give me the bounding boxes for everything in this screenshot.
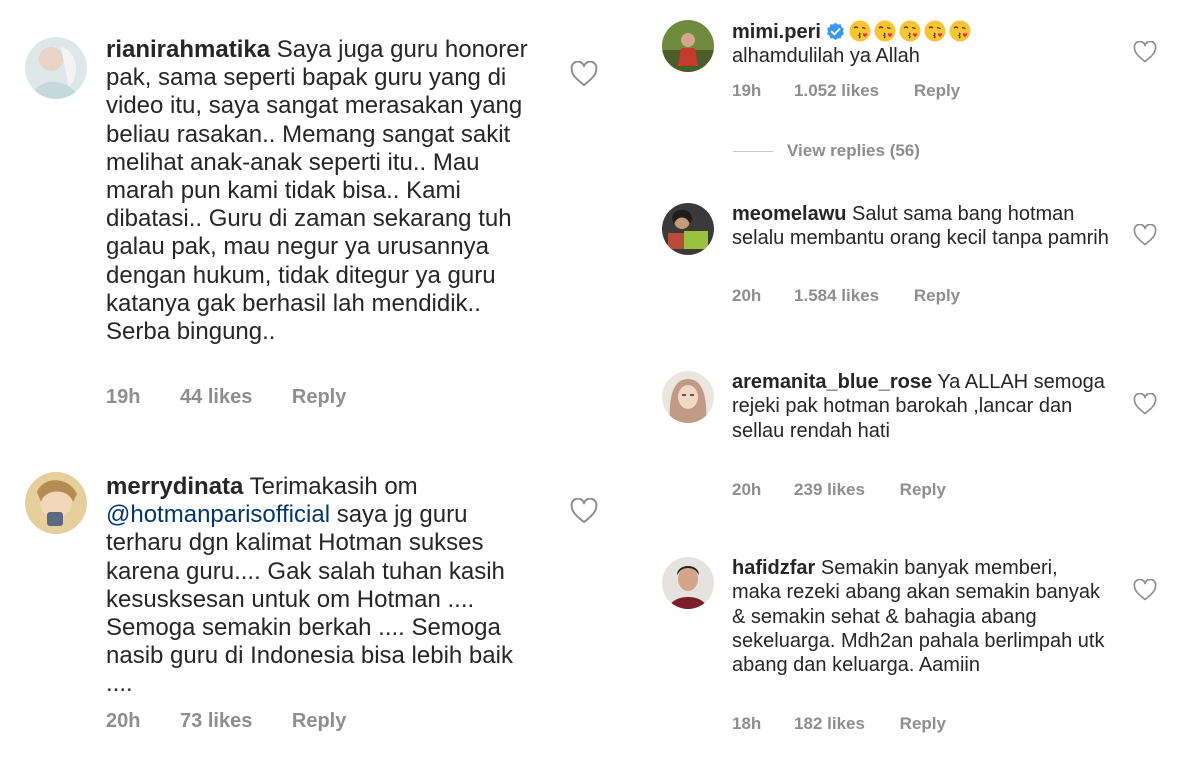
comment-time[interactable]: 20h: [732, 480, 761, 500]
heart-outline-icon[interactable]: [570, 497, 598, 524]
comment-likes[interactable]: 1.584 likes: [794, 286, 879, 306]
heart-outline-icon[interactable]: [1133, 223, 1157, 246]
comment-username[interactable]: meomelawu: [732, 203, 846, 225]
kiss-emoji-icon: [899, 20, 921, 42]
view-replies-label[interactable]: View replies (56): [787, 141, 920, 160]
divider-line: [733, 151, 773, 153]
heart-outline-icon[interactable]: [1133, 40, 1157, 63]
comment-body: aremanita_blue_rose Ya ALLAH semoga reje…: [732, 370, 1112, 443]
comment-meta: 19h 44 likes Reply: [106, 386, 346, 409]
view-replies-button[interactable]: View replies (56): [733, 141, 920, 161]
comment-username[interactable]: merrydinata: [106, 473, 243, 500]
comment-username[interactable]: hafidzfar: [732, 557, 815, 579]
avatar[interactable]: [25, 37, 87, 99]
comment-username[interactable]: aremanita_blue_rose: [732, 371, 932, 393]
comment-meta: 20h 239 likes Reply: [732, 480, 946, 500]
comment-time[interactable]: 20h: [732, 286, 761, 306]
avatar[interactable]: [662, 20, 714, 72]
comment-text: Terimakasih om: [249, 473, 418, 500]
comment-username[interactable]: mimi.peri: [732, 21, 821, 43]
comment-time[interactable]: 19h: [732, 81, 761, 101]
heart-outline-icon[interactable]: [1133, 578, 1157, 601]
kiss-emoji-icon: [874, 20, 896, 42]
kiss-emoji-icon: [924, 20, 946, 42]
heart-outline-icon[interactable]: [1133, 392, 1157, 415]
kiss-emoji-icon: [949, 20, 971, 42]
kiss-emoji-icon: [849, 20, 871, 42]
comment-likes[interactable]: 44 likes: [180, 386, 252, 409]
comment-username[interactable]: rianirahmatika: [106, 36, 270, 63]
left-comment-panel: rianirahmatika Saya juga guru honorer pa…: [0, 0, 620, 758]
comment-body: rianirahmatika Saya juga guru honorer pa…: [106, 36, 536, 346]
emoji-row: [849, 20, 974, 43]
comment-meta: 20h 73 likes Reply: [106, 710, 346, 733]
comment-likes[interactable]: 1.052 likes: [794, 81, 879, 101]
comment-body: merrydinata Terimakasih om @hotmanpariso…: [106, 473, 536, 699]
comment-likes[interactable]: 73 likes: [180, 710, 252, 733]
comment-text: alhamdulilah ya Allah: [732, 45, 920, 68]
reply-button[interactable]: Reply: [292, 710, 346, 733]
comment-time[interactable]: 18h: [732, 714, 761, 734]
comment-text-continued: saya jg guru terharu dgn kalimat Hotman …: [106, 501, 513, 698]
avatar[interactable]: [25, 472, 87, 534]
comment-likes[interactable]: 239 likes: [794, 480, 865, 500]
reply-button[interactable]: Reply: [900, 480, 946, 500]
reply-button[interactable]: Reply: [914, 286, 960, 306]
comment-meta: 19h 1.052 likes Reply: [732, 81, 960, 101]
reply-button[interactable]: Reply: [900, 714, 946, 734]
comment-meta: 20h 1.584 likes Reply: [732, 286, 960, 306]
comment-body: mimi.peri alhamdulilah ya Allah: [732, 20, 1112, 69]
comment-body: meomelawu Salut sama bang hotman selalu …: [732, 202, 1112, 251]
comment-time[interactable]: 20h: [106, 710, 140, 733]
comment-text: Saya juga guru honorer pak, sama seperti…: [106, 36, 528, 346]
reply-button[interactable]: Reply: [914, 81, 960, 101]
avatar[interactable]: [662, 203, 714, 255]
verified-badge-icon: [826, 22, 845, 41]
comment-body: hafidzfar Semakin banyak memberi, maka r…: [732, 556, 1112, 677]
right-comment-panel: mimi.peri alhamdulilah ya Allah 19h 1.05…: [640, 0, 1193, 758]
comment-meta: 18h 182 likes Reply: [732, 714, 946, 734]
mention-link[interactable]: @hotmanparisofficial: [106, 501, 330, 528]
avatar[interactable]: [662, 557, 714, 609]
reply-button[interactable]: Reply: [292, 386, 346, 409]
heart-outline-icon[interactable]: [570, 60, 598, 87]
avatar[interactable]: [662, 371, 714, 423]
comment-likes[interactable]: 182 likes: [794, 714, 865, 734]
comment-time[interactable]: 19h: [106, 386, 140, 409]
